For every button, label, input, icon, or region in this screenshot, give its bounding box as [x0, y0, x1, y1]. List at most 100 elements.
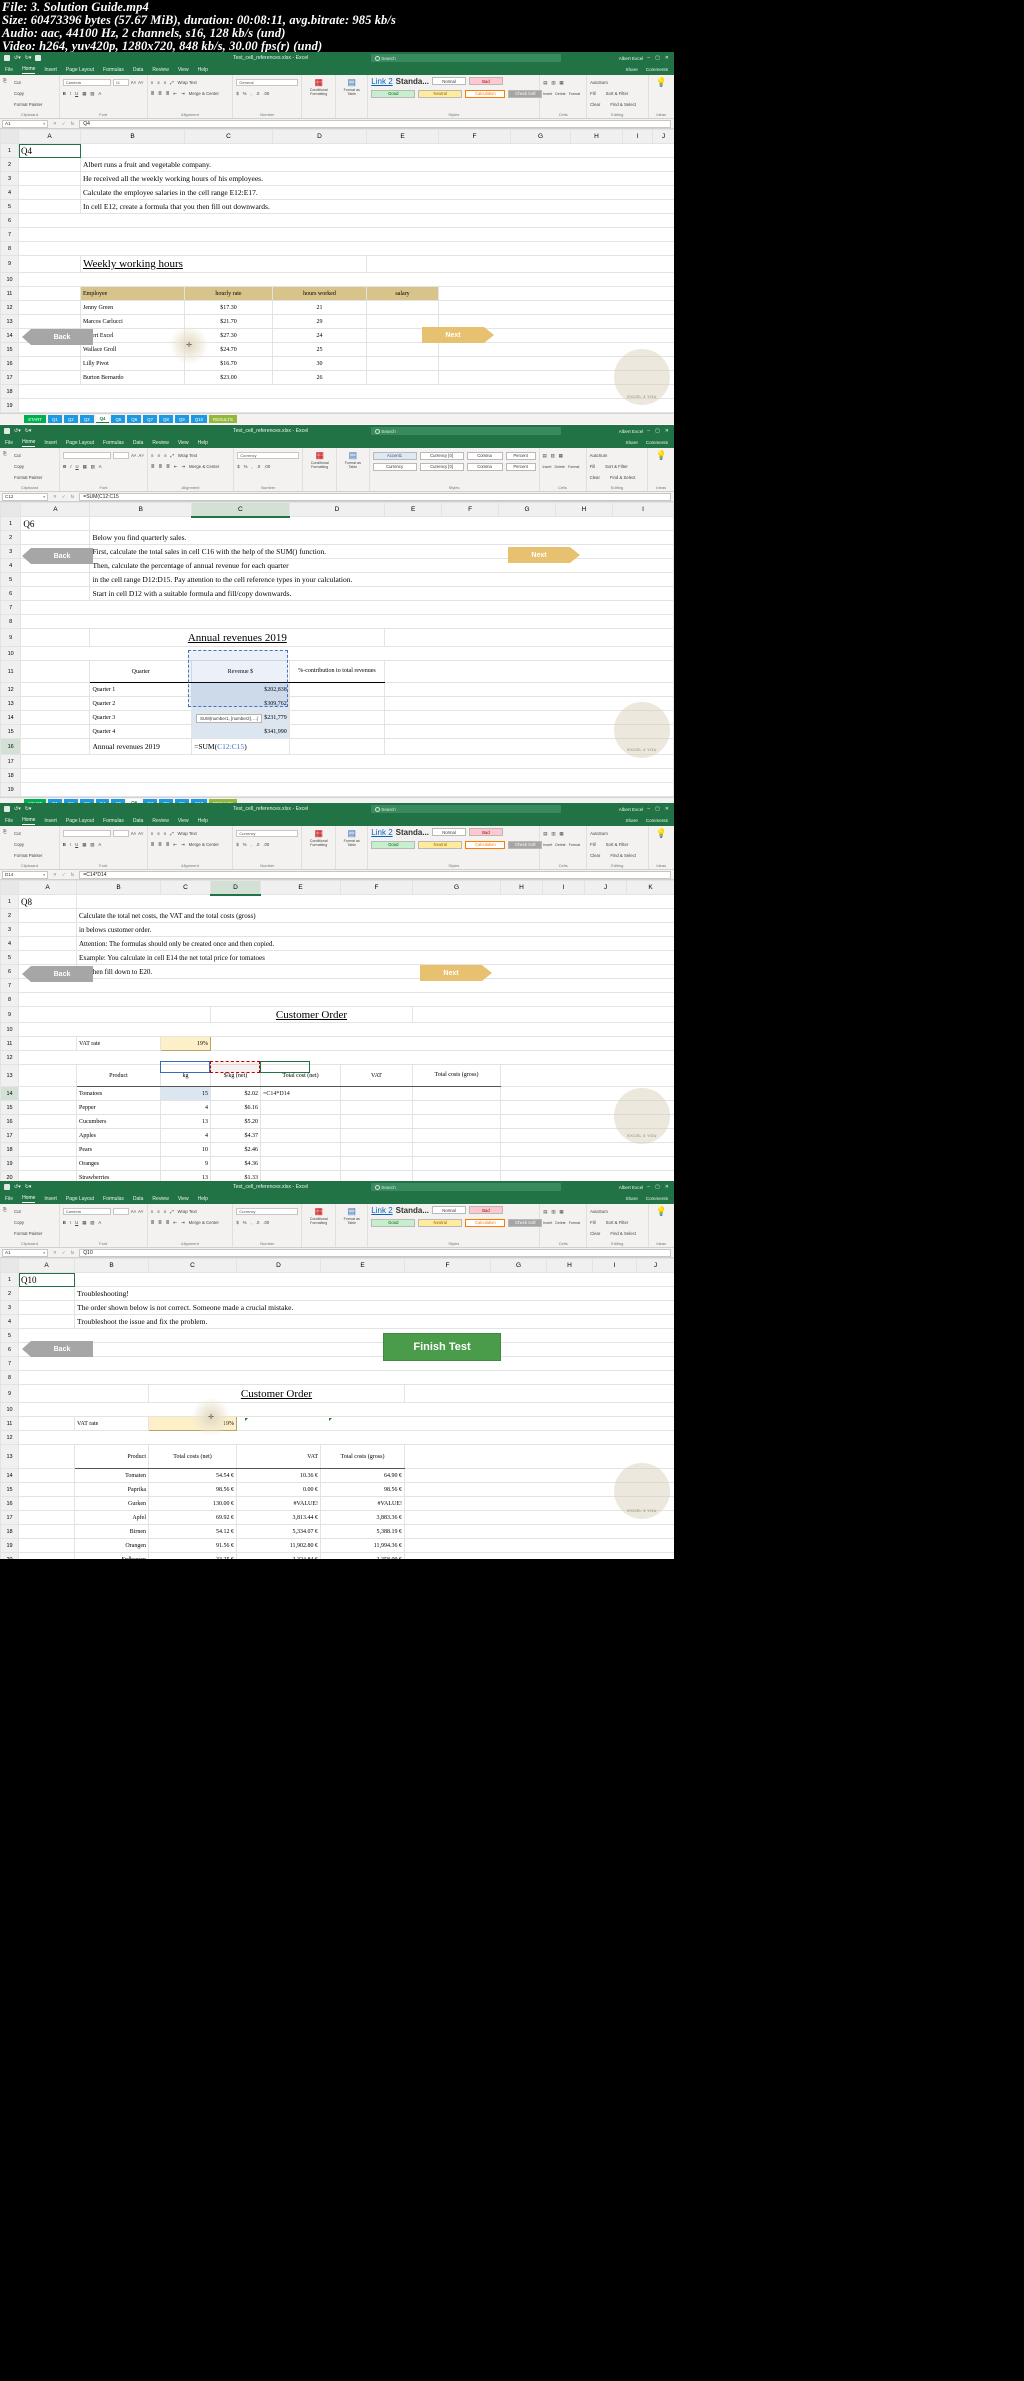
col-header-g-q8[interactable]: G	[412, 880, 501, 895]
tab-review-q8[interactable]: Review	[152, 818, 168, 824]
col-header-i[interactable]: I	[622, 129, 653, 144]
ribbon-q6[interactable]: ⎘ Cut Copy Format Painter Clipboard A˄ A˅…	[0, 448, 674, 492]
cell-b15-q10[interactable]: Paprika	[74, 1482, 149, 1497]
cell-a3[interactable]	[18, 171, 81, 186]
row-header-5-q10[interactable]: 5	[0, 1328, 19, 1343]
ribbon-group-format-table-q8[interactable]: ▤ Format as Table	[336, 826, 369, 869]
col-header-f-q6[interactable]: F	[441, 502, 500, 517]
col-header-d-q8[interactable]: D	[210, 880, 261, 896]
col-header-e[interactable]: E	[366, 129, 439, 144]
format-painter-label[interactable]: Format Painter	[14, 853, 42, 858]
cell-a15-q8[interactable]	[18, 1100, 77, 1115]
cell-row9-left-q10[interactable]	[18, 1384, 149, 1403]
quick-access-toolbar-q8[interactable]: ↺▾ ↻▾	[0, 806, 170, 812]
style-check-cell-q10[interactable]: Check Cell	[508, 1218, 543, 1227]
ribbon-group-format-table[interactable]: ▤ Format as Table	[336, 75, 369, 118]
cell-e20-q8[interactable]	[260, 1170, 341, 1181]
format-cells-icon[interactable]: ▦	[559, 80, 563, 86]
name-box-q10[interactable]: A1	[2, 1248, 48, 1257]
redo-icon[interactable]: ↻▾	[25, 806, 32, 812]
th-total-gross-q10[interactable]: Total costs (gross)	[320, 1444, 405, 1469]
style-normal-q10[interactable]: Normal	[432, 1206, 466, 1214]
cell-c11-vat-value[interactable]: 19%	[160, 1036, 211, 1051]
style-link2[interactable]: Link 2	[371, 77, 392, 86]
align-left-icon[interactable]: ≣	[151, 464, 155, 470]
ribbon-group-clipboard-q10[interactable]: ⎘ Cut Copy Format Painter Clipboard	[0, 1204, 60, 1247]
th-employee[interactable]: Employee	[80, 286, 185, 301]
worksheet-grid-q10[interactable]: A B C D E F G H I J 1 Q10 2 Troubleshoot…	[0, 1258, 674, 1559]
sort-filter-label[interactable]: Sort & Filter	[606, 1220, 629, 1225]
align-center-icon[interactable]: ≣	[159, 464, 163, 470]
minimize-icon[interactable]: –	[647, 1184, 650, 1190]
quick-access-toolbar-q6[interactable]: ↺▾ ↻▾	[0, 428, 170, 434]
th-product-q10[interactable]: Product	[74, 1444, 149, 1469]
fill-color-icon[interactable]: ▨	[90, 1220, 94, 1226]
cell-b6-q8[interactable]: and then fill down to E20.	[76, 964, 674, 979]
row-header-15-q10[interactable]: 15	[0, 1482, 19, 1497]
cell-c15-q10[interactable]: 98.56 €	[148, 1482, 237, 1497]
sheet-tab-q9[interactable]: Q9	[174, 415, 189, 423]
copy-label[interactable]: Copy	[14, 464, 24, 469]
window-controls-q8[interactable]: – ▢ ✕	[647, 806, 674, 812]
number-format-select-q10[interactable]: Currency	[236, 1208, 299, 1215]
cell-row5-q10[interactable]	[18, 1328, 674, 1343]
cell-c20-q8[interactable]: 13	[160, 1170, 211, 1181]
tab-view-q8[interactable]: View	[178, 818, 189, 824]
sheet-tab-start[interactable]: START	[24, 415, 46, 423]
decrease-indent-icon[interactable]: ⇤	[173, 1220, 177, 1226]
row-header-12[interactable]: 12	[0, 300, 19, 315]
cell-row19-rest-q8[interactable]	[500, 1156, 674, 1171]
name-box[interactable]: A1	[2, 119, 48, 128]
fill-label[interactable]: Fill	[590, 842, 596, 847]
col-header-i-q6[interactable]: I	[611, 502, 674, 517]
borders-icon[interactable]: ▦	[83, 464, 87, 470]
style-normal-q8[interactable]: Normal	[432, 828, 466, 836]
row-header-10-q10[interactable]: 10	[0, 1402, 19, 1417]
cell-g20-q8[interactable]	[412, 1170, 501, 1181]
close-icon[interactable]: ✕	[665, 428, 669, 434]
cell-row9-rest-q10[interactable]	[404, 1384, 674, 1403]
quick-access-toolbar-q10[interactable]: ↺▾ ↻▾	[0, 1184, 170, 1190]
cell-b6-q6[interactable]: Start in cell D12 with a suitable formul…	[89, 586, 674, 601]
cell-f15-q8[interactable]	[340, 1100, 413, 1115]
sheet-tab-q5[interactable]: Q5	[111, 415, 126, 423]
cell-a2-q8[interactable]	[18, 908, 77, 923]
ribbon-group-ideas-q6[interactable]: 💡 Ideas	[648, 448, 674, 491]
cell-e20-q10[interactable]: 2,358.09 €	[320, 1552, 405, 1559]
insert-cells-icon[interactable]: ▤	[543, 1209, 547, 1215]
ribbon-group-cells[interactable]: ▤ ▥ ▦ Insert Delete Format Cells	[540, 75, 588, 118]
cell-a3-q10[interactable]	[18, 1300, 75, 1315]
col-header-f-q8[interactable]: F	[340, 880, 413, 895]
col-header-k-q8[interactable]: K	[626, 880, 674, 895]
tab-help[interactable]: Help	[198, 67, 208, 73]
cell-f18-q8[interactable]	[340, 1142, 413, 1157]
cell-c15-q6[interactable]: $341,990	[191, 724, 290, 739]
ribbon-group-format-table-q6[interactable]: ▤ Format as Table	[337, 448, 370, 491]
cell-row19[interactable]	[18, 398, 674, 413]
cell-a16[interactable]	[18, 356, 81, 371]
cell-b18-q10[interactable]: Birnen	[74, 1524, 149, 1539]
row-header-16-q10[interactable]: 16	[0, 1496, 19, 1511]
comma-style-icon[interactable]: ,	[251, 1220, 252, 1225]
format-as-table-icon[interactable]: ▤	[349, 450, 358, 461]
cell-a16-q10[interactable]	[18, 1496, 75, 1511]
row-header-19-q8[interactable]: 19	[0, 1156, 19, 1171]
row-header-11-q6[interactable]: 11	[0, 660, 22, 683]
window-controls[interactable]: – ▢ ✕	[647, 55, 674, 61]
maximize-icon[interactable]: ▢	[655, 1184, 660, 1190]
cell-a3-q8[interactable]	[18, 922, 77, 937]
save-icon[interactable]	[4, 55, 10, 61]
cell-e18-q10[interactable]: 5,388.19 €	[320, 1524, 405, 1539]
cell-a1[interactable]: Q4	[18, 143, 81, 158]
cell-row12-q10[interactable]	[18, 1430, 674, 1445]
cell-a15-q10[interactable]	[18, 1482, 75, 1497]
align-middle-icon[interactable]: ≡	[157, 80, 160, 85]
cell-g14-q8[interactable]	[412, 1086, 501, 1101]
cell-a11-q6[interactable]	[20, 660, 91, 683]
cell-row18-rest-q10[interactable]	[404, 1524, 674, 1539]
cell-a1-q8[interactable]: Q8	[18, 894, 77, 909]
conditional-formatting-label[interactable]: Conditional Formatting	[305, 1217, 332, 1228]
font-color-icon[interactable]: A	[98, 91, 101, 96]
tab-formulas[interactable]: Formulas	[103, 67, 124, 73]
cell-b18-q8[interactable]: Pears	[76, 1142, 161, 1157]
